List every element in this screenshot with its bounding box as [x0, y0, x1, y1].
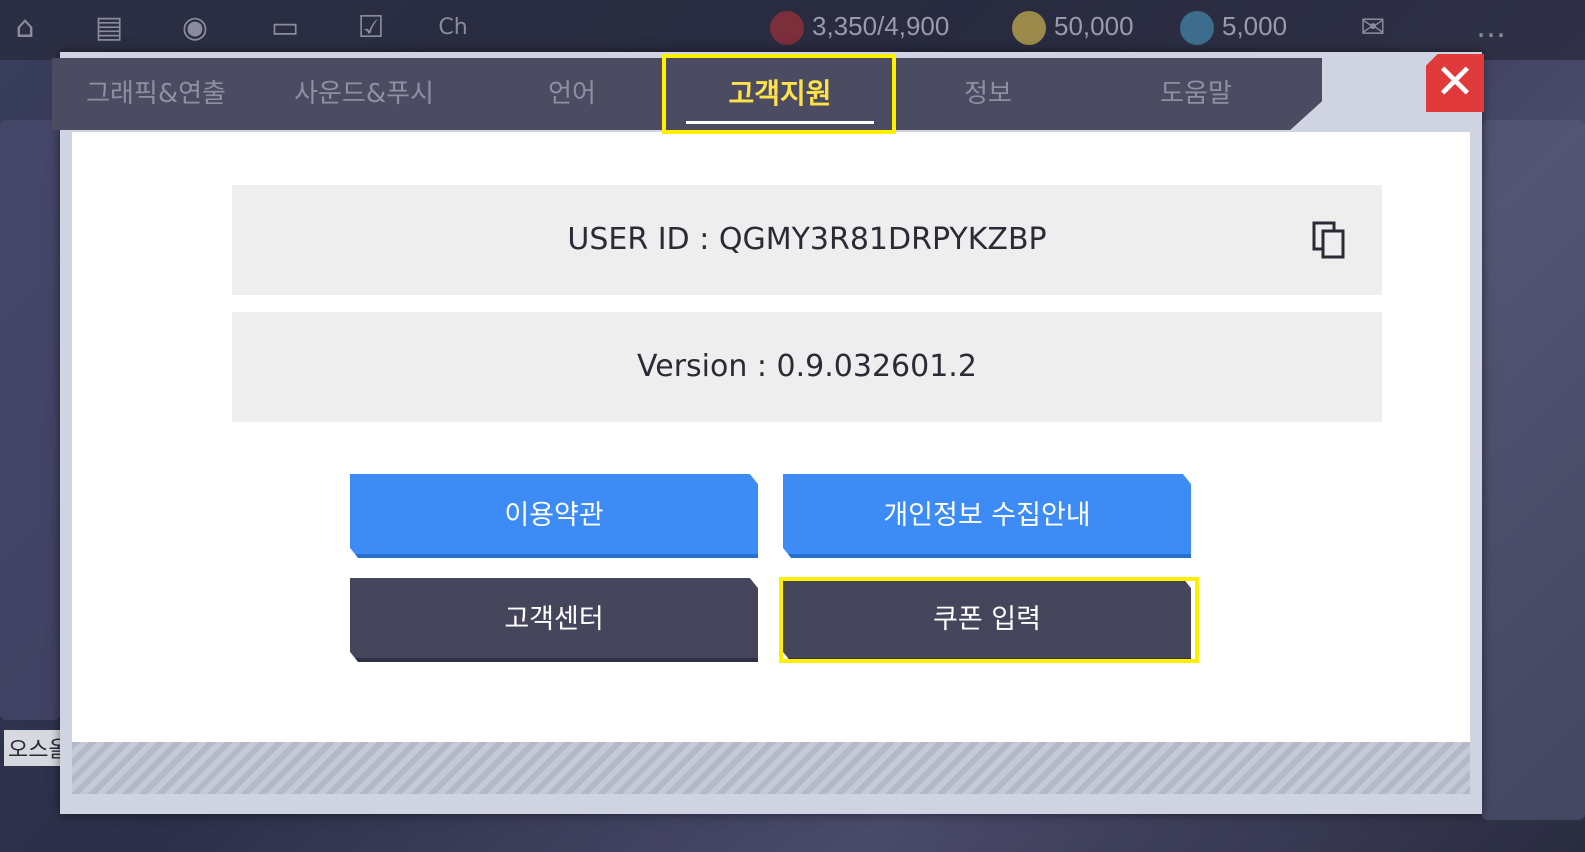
- gem-value: 5,000: [1222, 11, 1288, 41]
- tab-language[interactable]: 언어: [468, 58, 676, 130]
- background-scene: [0, 120, 60, 720]
- version-text: Version : 0.9.032601.2: [637, 349, 977, 384]
- chat-icon[interactable]: ▭: [262, 8, 308, 48]
- stamina-display: 3,350/4,900: [770, 10, 950, 46]
- dialog-content-panel: USER ID : QGMY3R81DRPYKZBP Version : 0.9…: [72, 132, 1470, 768]
- coupon-input-button[interactable]: 쿠폰 입력: [783, 578, 1191, 662]
- gold-value: 50,000: [1054, 11, 1134, 41]
- channel-icon[interactable]: Ch: [430, 8, 476, 48]
- gem-icon: [1180, 11, 1214, 46]
- settings-dialog: USER ID : QGMY3R81DRPYKZBP Version : 0.9…: [52, 52, 1484, 814]
- version-box: Version : 0.9.032601.2: [232, 312, 1382, 422]
- calendar-check-icon[interactable]: ☑: [348, 8, 394, 48]
- gamepad-icon[interactable]: ◉: [172, 8, 218, 48]
- tab-sound-push[interactable]: 사운드&푸시: [260, 58, 468, 130]
- notification-bell-icon[interactable]: ⌂: [2, 8, 48, 48]
- dialog-footer-stripe: [72, 742, 1470, 794]
- background-scene-right: [1482, 120, 1585, 820]
- more-chat-icon[interactable]: …: [1468, 8, 1514, 48]
- mail-icon[interactable]: ✉: [1350, 8, 1396, 48]
- customer-center-button[interactable]: 고객센터: [350, 578, 758, 662]
- gold-display: 50,000: [1012, 10, 1134, 46]
- gold-coin-icon: [1012, 11, 1046, 46]
- gem-display: 5,000: [1180, 10, 1288, 46]
- active-tab-underline: [686, 121, 874, 124]
- tab-graphics[interactable]: 그래픽&연출: [52, 58, 260, 130]
- copy-icon[interactable]: [1312, 221, 1346, 259]
- terms-button[interactable]: 이용약관: [350, 474, 758, 558]
- close-icon[interactable]: ✕: [1426, 54, 1484, 112]
- stamina-value: 3,350/4,900: [812, 11, 950, 41]
- tab-help[interactable]: 도움말: [1092, 58, 1300, 130]
- user-id-text: USER ID : QGMY3R81DRPYKZBP: [567, 222, 1047, 257]
- tab-customer-support-label: 고객지원: [728, 77, 832, 110]
- user-id-box: USER ID : QGMY3R81DRPYKZBP: [232, 185, 1382, 295]
- game-screen: 오스올 ⌂ ▤ ◉ ▭ ☑ Ch 3,350/4,900 50,000 5,00…: [0, 0, 1585, 852]
- tab-info[interactable]: 정보: [884, 58, 1092, 130]
- top-hud: ⌂ ▤ ◉ ▭ ☑ Ch 3,350/4,900 50,000 5,000 ✉ …: [0, 0, 1585, 60]
- stamina-icon: [770, 11, 804, 46]
- privacy-notice-button[interactable]: 개인정보 수집안내: [783, 474, 1191, 558]
- tab-customer-support[interactable]: 고객지원: [676, 58, 884, 130]
- quest-list-icon[interactable]: ▤: [86, 8, 132, 48]
